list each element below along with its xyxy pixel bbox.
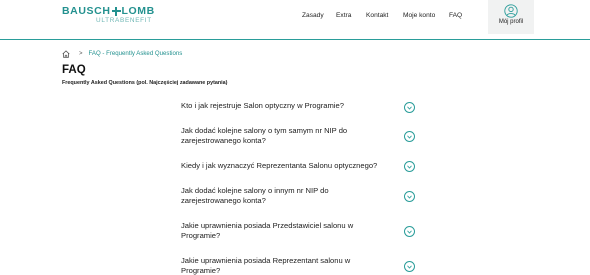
user-circle-icon (504, 4, 518, 18)
site-header: BAUSCH LOMB ULTRABENEFIT Zasady Extra Ko… (0, 0, 590, 40)
chevron-down-icon (407, 165, 412, 169)
chevron-down-icon (407, 106, 412, 110)
chevron-down-icon (407, 265, 412, 269)
faq-item[interactable]: Kto i jak rejestruje Salon optyczny w Pr… (181, 101, 417, 113)
logo-name-left: BAUSCH (62, 5, 111, 17)
faq-toggle-button[interactable] (404, 161, 415, 172)
profile-button[interactable]: Mój profil (488, 0, 534, 34)
faq-item[interactable]: Jak dodać kolejne salony o tym samym nr … (181, 126, 417, 147)
nav-item-zasady[interactable]: Zasady (302, 12, 324, 19)
brand-logo[interactable]: BAUSCH LOMB ULTRABENEFIT (62, 6, 155, 24)
chevron-down-icon (407, 195, 412, 199)
nav-item-moje-konto[interactable]: Moje konto (403, 12, 435, 19)
breadcrumb: > FAQ - Frequently Asked Questions (62, 49, 182, 58)
breadcrumb-separator: > (79, 50, 83, 57)
nav-item-extra[interactable]: Extra (336, 12, 351, 19)
breadcrumb-current[interactable]: FAQ - Frequently Asked Questions (89, 50, 183, 57)
page: BAUSCH LOMB ULTRABENEFIT Zasady Extra Ko… (0, 0, 590, 275)
logo-plus-icon (111, 6, 121, 16)
faq-question: Jak dodać kolejne salony o tym samym nr … (181, 126, 348, 146)
faq-question: Jakie uprawnienia posiada Reprezentant s… (181, 256, 351, 275)
faq-toggle-button[interactable] (404, 226, 415, 237)
chevron-down-icon (407, 135, 412, 139)
faq-question: Kiedy i jak wyznaczyć Reprezentanta Salo… (181, 161, 378, 170)
page-title: FAQ (62, 64, 86, 76)
profile-label: Mój profil (498, 19, 524, 25)
faq-toggle-button[interactable] (404, 131, 415, 142)
faq-toggle-button[interactable] (404, 191, 415, 202)
nav-item-faq[interactable]: FAQ (449, 12, 462, 19)
logo-wordmark: BAUSCH LOMB (62, 6, 155, 17)
home-icon[interactable] (62, 49, 70, 58)
faq-item[interactable]: Jakie uprawnienia posiada Przedstawiciel… (181, 221, 417, 242)
chevron-down-icon (407, 230, 412, 234)
faq-question: Kto i jak rejestruje Salon optyczny w Pr… (181, 101, 344, 110)
faq-question: Jak dodać kolejne salony o innym nr NIP … (181, 186, 329, 206)
faq-toggle-button[interactable] (404, 261, 415, 272)
faq-item[interactable]: Jak dodać kolejne salony o innym nr NIP … (181, 186, 417, 207)
logo-subtitle: ULTRABENEFIT (96, 16, 152, 24)
faq-question: Jakie uprawnienia posiada Przedstawiciel… (181, 221, 354, 241)
logo-name-right: LOMB (121, 5, 155, 17)
faq-item[interactable]: Jakie uprawnienia posiada Reprezentant s… (181, 256, 417, 275)
faq-toggle-button[interactable] (404, 102, 415, 113)
page-subtitle: Frequently Asked Questions (pol. Najczęś… (62, 80, 228, 86)
nav-item-kontakt[interactable]: Kontakt (366, 12, 388, 19)
faq-item[interactable]: Kiedy i jak wyznaczyć Reprezentanta Salo… (181, 161, 417, 172)
